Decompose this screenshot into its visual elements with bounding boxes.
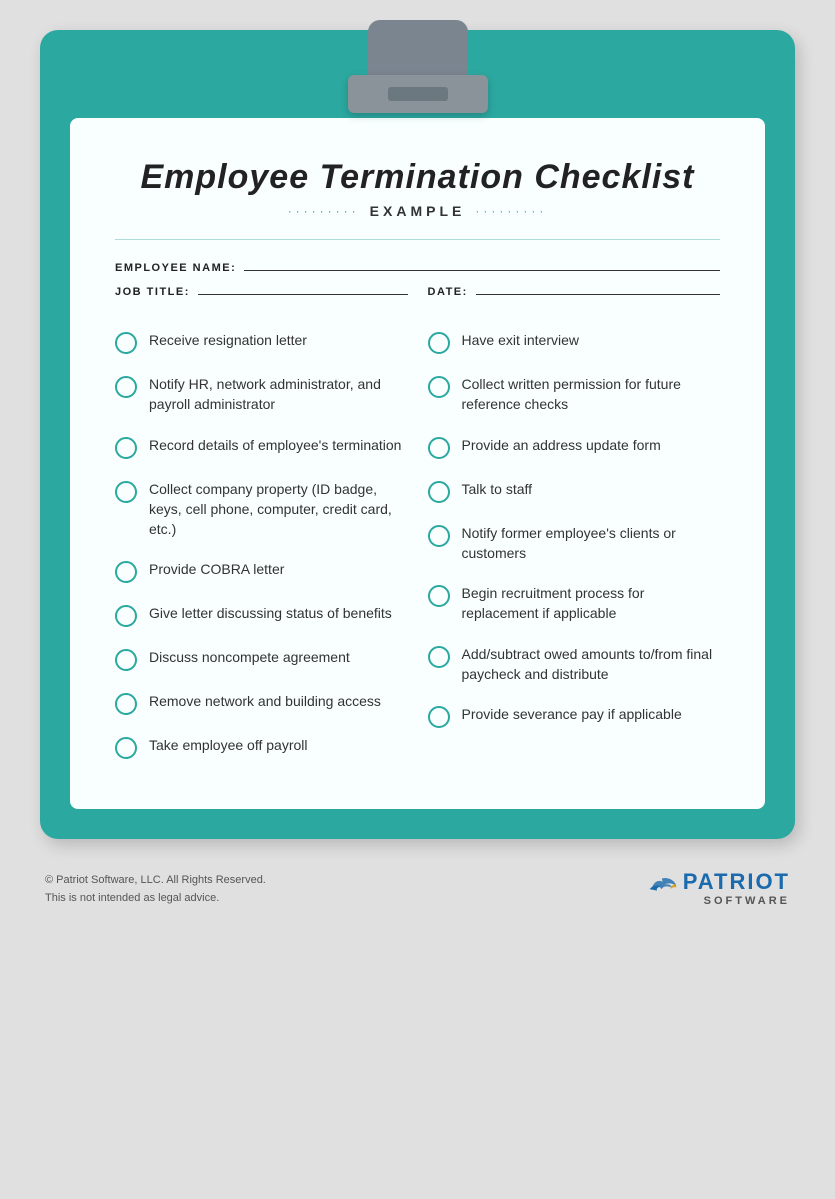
checklist-grid: Receive resignation letter Notify HR, ne… <box>115 320 720 769</box>
list-item: Have exit interview <box>428 320 721 364</box>
clip-top <box>368 20 468 80</box>
subtitle-row: ········· EXAMPLE ········· <box>115 203 720 219</box>
page-title: Employee Termination Checklist <box>115 158 720 197</box>
checklist-right-col: Have exit interview Collect written perm… <box>428 320 721 769</box>
checkbox-circle[interactable] <box>428 585 450 607</box>
list-item: Receive resignation letter <box>115 320 408 364</box>
checkbox-circle[interactable] <box>428 525 450 547</box>
list-item: Talk to staff <box>428 469 721 513</box>
page-subtitle: EXAMPLE <box>370 203 466 219</box>
patriot-brand-sub: SOFTWARE <box>704 895 790 907</box>
list-item: Give letter discussing status of benefit… <box>115 593 408 637</box>
item-text: Collect written permission for future re… <box>462 374 721 415</box>
footer: © Patriot Software, LLC. All Rights Rese… <box>40 859 795 907</box>
item-text: Remove network and building access <box>149 691 381 711</box>
item-text: Notify HR, network administrator, and pa… <box>149 374 408 415</box>
list-item: Add/subtract owed amounts to/from final … <box>428 634 721 695</box>
item-text: Begin recruitment process for replacemen… <box>462 583 721 624</box>
item-text: Record details of employee's termination <box>149 435 401 455</box>
date-field: DATE: <box>428 286 721 298</box>
list-item: Record details of employee's termination <box>115 425 408 469</box>
list-item: Remove network and building access <box>115 681 408 725</box>
item-text: Provide an address update form <box>462 435 661 455</box>
checkbox-circle[interactable] <box>428 332 450 354</box>
employee-name-field: EMPLOYEE NAME: <box>115 262 720 274</box>
list-item: Take employee off payroll <box>115 725 408 769</box>
checkbox-circle[interactable] <box>428 376 450 398</box>
item-text: Provide severance pay if applicable <box>462 704 682 724</box>
list-item: Begin recruitment process for replacemen… <box>428 573 721 634</box>
checkbox-circle[interactable] <box>115 437 137 459</box>
job-title-label: JOB TITLE: <box>115 286 190 298</box>
patriot-logo: PATRIOT SOFTWARE <box>648 869 790 907</box>
item-text: Collect company property (ID badge, keys… <box>149 479 408 540</box>
checkbox-circle[interactable] <box>115 649 137 671</box>
checkbox-circle[interactable] <box>115 561 137 583</box>
footer-left: © Patriot Software, LLC. All Rights Rese… <box>45 872 266 907</box>
checkbox-circle[interactable] <box>115 376 137 398</box>
checklist-left-col: Receive resignation letter Notify HR, ne… <box>115 320 408 769</box>
date-line <box>476 294 720 295</box>
item-text: Notify former employee's clients or cust… <box>462 523 721 564</box>
item-text: Take employee off payroll <box>149 735 308 755</box>
item-text: Add/subtract owed amounts to/from final … <box>462 644 721 685</box>
list-item: Notify HR, network administrator, and pa… <box>115 364 408 425</box>
list-item: Collect company property (ID badge, keys… <box>115 469 408 550</box>
clip-bar <box>348 75 488 113</box>
checkbox-circle[interactable] <box>115 605 137 627</box>
checkbox-circle[interactable] <box>115 693 137 715</box>
disclaimer-text: This is not intended as legal advice. <box>45 890 266 908</box>
logo-icon-row: PATRIOT <box>648 869 790 895</box>
paper: Employee Termination Checklist ·········… <box>70 118 765 809</box>
checkbox-circle[interactable] <box>428 706 450 728</box>
clip <box>358 30 478 113</box>
checkbox-circle[interactable] <box>115 332 137 354</box>
date-label: DATE: <box>428 286 468 298</box>
list-item: Collect written permission for future re… <box>428 364 721 425</box>
patriot-eagle-icon <box>648 872 678 892</box>
patriot-brand-name: PATRIOT <box>683 869 790 895</box>
divider <box>115 239 720 240</box>
list-item: Provide an address update form <box>428 425 721 469</box>
checkbox-circle[interactable] <box>428 437 450 459</box>
list-item: Discuss noncompete agreement <box>115 637 408 681</box>
item-text: Provide COBRA letter <box>149 559 284 579</box>
copyright-text: © Patriot Software, LLC. All Rights Rese… <box>45 872 266 890</box>
employee-name-line <box>244 270 720 271</box>
footer-right: PATRIOT SOFTWARE <box>648 869 790 907</box>
clipboard-clip <box>70 30 765 113</box>
list-item: Provide severance pay if applicable <box>428 694 721 738</box>
list-item: Notify former employee's clients or cust… <box>428 513 721 574</box>
employee-name-label: EMPLOYEE NAME: <box>115 262 236 274</box>
item-text: Have exit interview <box>462 330 580 350</box>
item-text: Give letter discussing status of benefit… <box>149 603 392 623</box>
item-text: Receive resignation letter <box>149 330 307 350</box>
item-text: Discuss noncompete agreement <box>149 647 350 667</box>
clipboard: Employee Termination Checklist ·········… <box>40 30 795 839</box>
checkbox-circle[interactable] <box>428 481 450 503</box>
job-title-date-row: JOB TITLE: DATE: <box>115 286 720 298</box>
item-text: Talk to staff <box>462 479 533 499</box>
dots-right: ········· <box>475 204 547 218</box>
checkbox-circle[interactable] <box>428 646 450 668</box>
checkbox-circle[interactable] <box>115 737 137 759</box>
dots-left: ········· <box>288 204 360 218</box>
list-item: Provide COBRA letter <box>115 549 408 593</box>
job-title-line <box>198 294 408 295</box>
job-title-field: JOB TITLE: <box>115 286 408 298</box>
checkbox-circle[interactable] <box>115 481 137 503</box>
